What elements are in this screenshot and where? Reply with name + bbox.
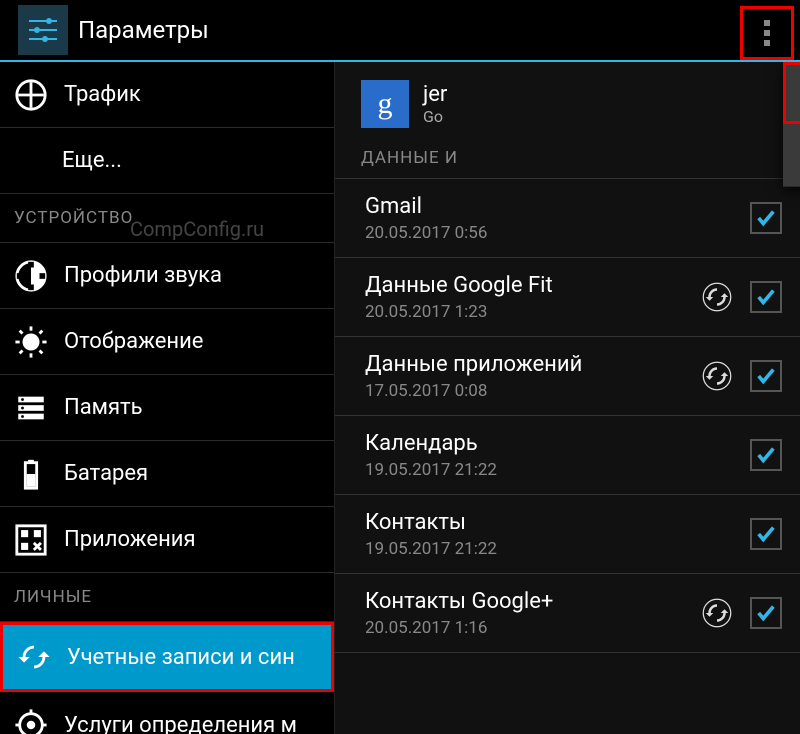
sidebar-label: Батарея [64,461,148,486]
sync-item-date: 20.05.2017 0:56 [365,223,740,243]
account-header[interactable]: g jer Go [335,62,800,142]
account-provider: Go [423,107,447,126]
sync-item[interactable]: Календарь 19.05.2017 21:22 [335,416,800,495]
sidebar-item-accounts-sync[interactable]: Учетные записи и син [0,622,334,692]
overflow-menu-button[interactable] [740,6,794,60]
sync-item-date: 20.05.2017 1:16 [365,618,692,638]
settings-sidebar: Трафик Еще... УСТРОЙСТВО CompConfig.ru П… [0,62,335,734]
location-icon [14,708,48,734]
overflow-icon [764,20,770,46]
battery-icon [14,457,48,491]
section-personal: ЛИЧНЫЕ [0,573,334,622]
sync-item[interactable]: Данные Google Fit 20.05.2017 1:23 [335,258,800,337]
account-name: jer [423,82,447,107]
traffic-icon [14,78,48,112]
menu-remove-account[interactable]: Удалить учетную запись [783,62,800,124]
sidebar-item-more[interactable]: Еще... [0,128,334,194]
sidebar-item-apps[interactable]: Приложения [0,507,334,573]
menu-sync-now[interactable]: Синхронизировать сейчас [783,124,800,187]
sync-item[interactable]: Контакты 19.05.2017 21:22 [335,495,800,574]
sync-item[interactable]: Контакты Google+ 20.05.2017 1:16 [335,574,800,653]
syncing-icon [702,598,732,628]
sync-item[interactable]: Данные приложений 17.05.2017 0:08 [335,337,800,416]
sync-item-name: Данные приложений [365,352,692,377]
app-header: Параметры [0,0,800,62]
sidebar-label: Приложения [64,527,196,552]
sidebar-label: Трафик [64,82,141,107]
sidebar-label: Еще... [62,148,122,173]
syncing-icon [702,361,732,391]
sync-checkbox[interactable] [750,518,782,550]
sync-checkbox[interactable] [750,281,782,313]
storage-icon [14,391,48,425]
sync-checkbox[interactable] [750,597,782,629]
sync-checkbox[interactable] [750,202,782,234]
sync-item[interactable]: Gmail 20.05.2017 0:56 [335,179,800,258]
sidebar-label: Профили звука [64,263,222,288]
display-icon [14,325,48,359]
sidebar-item-sound[interactable]: Профили звука [0,243,334,309]
overflow-menu: Удалить учетную запись Синхронизировать … [783,62,800,187]
apps-icon [14,523,48,557]
sidebar-label: Память [64,395,143,420]
sidebar-label: Услуги определения м [64,713,297,734]
sidebar-item-traffic[interactable]: Трафик [0,62,334,128]
sync-item-name: Контакты [365,510,740,535]
sidebar-item-battery[interactable]: Батарея [0,441,334,507]
sidebar-label: Учетные записи и син [67,645,295,670]
page-title: Параметры [78,16,209,44]
sound-icon [14,259,48,293]
sync-item-name: Gmail [365,194,740,219]
google-badge-icon: g [361,80,409,128]
settings-icon [18,5,68,55]
sync-item-date: 17.05.2017 0:08 [365,381,692,401]
sync-item-name: Календарь [365,431,740,456]
sync-item-name: Данные Google Fit [365,273,692,298]
section-device: УСТРОЙСТВО [0,194,334,243]
sync-item-date: 19.05.2017 21:22 [365,539,740,559]
sidebar-item-storage[interactable]: Память [0,375,334,441]
sync-item-name: Контакты Google+ [365,589,692,614]
sync-item-date: 20.05.2017 1:23 [365,302,692,322]
sync-checkbox[interactable] [750,360,782,392]
sync-checkbox[interactable] [750,439,782,471]
sync-icon [17,640,51,674]
sidebar-item-location[interactable]: Услуги определения м [0,692,334,734]
sync-section-label: ДАННЫЕ И [335,142,800,179]
sidebar-item-display[interactable]: Отображение [0,309,334,375]
sync-item-date: 19.05.2017 21:22 [365,460,740,480]
sidebar-label: Отображение [64,329,203,354]
account-detail-pane: g jer Go ДАННЫЕ И Gmail 20.05.2017 0:56 Да… [335,62,800,734]
syncing-icon [702,282,732,312]
